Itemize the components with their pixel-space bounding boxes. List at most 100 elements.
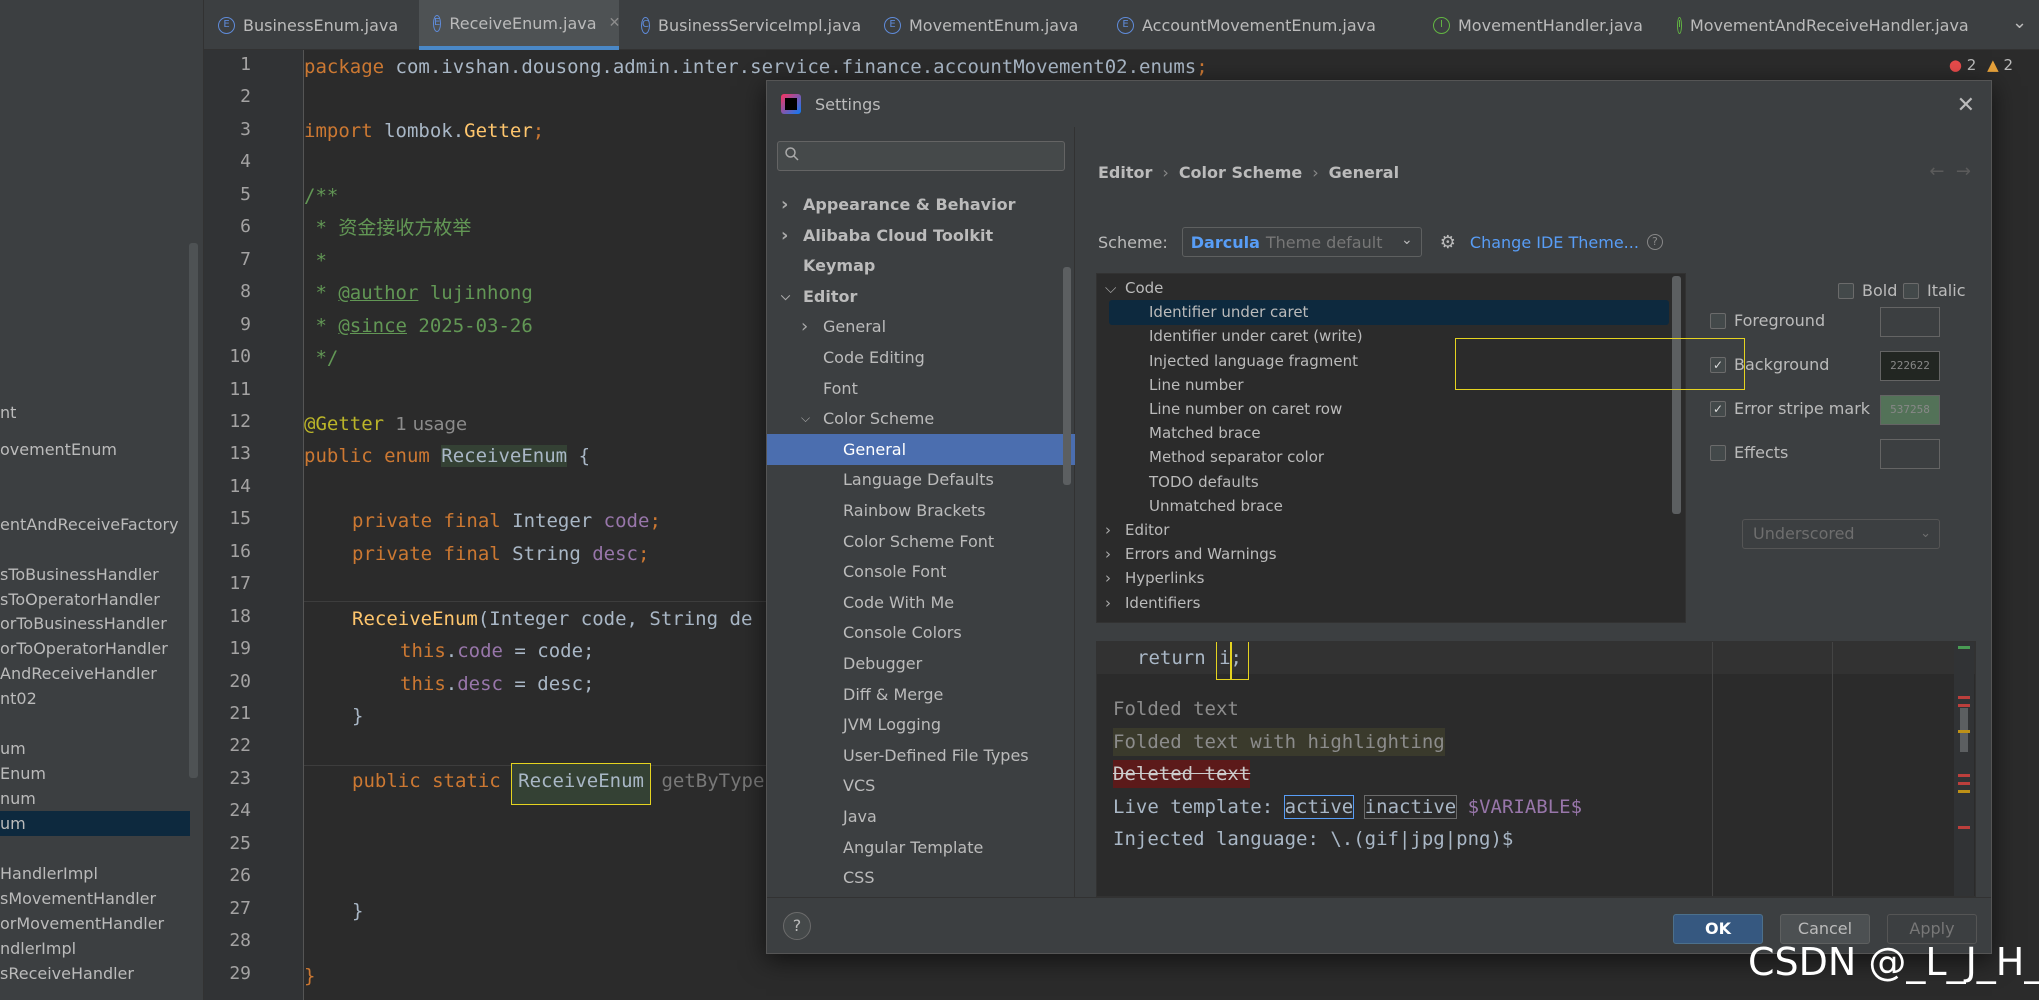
foreground-checkbox[interactable] — [1710, 313, 1726, 329]
help-button[interactable]: ? — [783, 912, 811, 940]
forward-arrow-icon[interactable]: → — [1956, 161, 1971, 182]
project-scrollbar[interactable] — [189, 243, 198, 778]
effects-type-select[interactable]: Underscored ⌄ — [1742, 519, 1940, 549]
settings-tree-item[interactable]: Font — [767, 373, 1075, 404]
inspection-status[interactable]: ● 2 ▲ 2 — [1949, 56, 2013, 74]
foreground-swatch[interactable] — [1880, 307, 1940, 337]
color-tree-item[interactable]: › Editor — [1097, 518, 1672, 543]
project-tree-item[interactable]: HandlerImpl — [0, 861, 190, 886]
project-tree-item[interactable]: um — [0, 811, 190, 836]
project-tree-item[interactable]: orToBusinessHandler — [0, 611, 190, 636]
settings-tree-item[interactable]: Code With Me — [767, 587, 1075, 618]
settings-tree-item[interactable]: Diff & Merge — [767, 679, 1075, 710]
project-tree-item[interactable]: ovementEnum — [0, 437, 190, 462]
settings-tree-label: Alibaba Cloud Toolkit — [803, 225, 994, 245]
tab-receiveenum[interactable]: E ReceiveEnum.java ✕ — [419, 0, 621, 50]
settings-tree-item[interactable]: Console Colors — [767, 617, 1075, 648]
chevron-right-icon[interactable]: › — [1105, 566, 1111, 591]
color-tree-item[interactable]: Line number on caret row — [1097, 397, 1672, 422]
chevron-right-icon[interactable]: › — [1105, 518, 1111, 543]
error-stripe-checkbox[interactable]: ✓ — [1710, 401, 1726, 417]
settings-tree-item[interactable]: Code Editing — [767, 342, 1075, 373]
background-swatch[interactable]: 222622 — [1880, 351, 1940, 381]
color-tree-item[interactable]: › Identifiers — [1097, 591, 1672, 616]
settings-search-input[interactable] — [777, 141, 1065, 171]
project-tree-item[interactable]: orToOperatorHandler — [0, 636, 190, 661]
back-arrow-icon[interactable]: ← — [1929, 161, 1944, 182]
settings-tree-item[interactable]: User-Defined File Types — [767, 740, 1075, 771]
project-tree-item[interactable]: ndlerImpl — [0, 936, 190, 961]
project-tree-item[interactable]: nt — [0, 400, 190, 425]
close-tab-icon[interactable]: ✕ — [609, 15, 621, 31]
project-tree-item[interactable]: sToOperatorHandler — [0, 587, 190, 612]
tab-movementenum[interactable]: E MovementEnum.java — [870, 0, 1094, 50]
project-tree-item[interactable]: sReceiveHandler — [0, 961, 190, 986]
project-tree-item[interactable]: um — [0, 736, 190, 761]
color-tree-item[interactable]: Matched brace — [1097, 421, 1672, 446]
tab-list-chevron-icon[interactable]: ⌄ — [2012, 12, 2027, 33]
settings-tree-item[interactable]: › Alibaba Cloud Toolkit — [767, 220, 1075, 251]
change-ide-theme-link[interactable]: Change IDE Theme... — [1470, 233, 1639, 252]
project-tree-item[interactable]: entAndReceiveFactory — [0, 512, 190, 537]
italic-checkbox[interactable] — [1903, 283, 1919, 299]
project-tree-item[interactable]: sMovementHandler — [0, 886, 190, 911]
color-preview[interactable]: return i; Folded text Folded text with h… — [1096, 641, 1976, 897]
chevron-right-icon[interactable]: › — [781, 220, 788, 251]
tab-movementhandler[interactable]: I MovementHandler.java — [1419, 0, 1654, 50]
color-tree-item[interactable]: TODO defaults — [1097, 470, 1672, 495]
close-icon[interactable]: ✕ — [1957, 93, 1975, 118]
project-tree-item[interactable]: Enum — [0, 761, 190, 786]
settings-tree-item[interactable]: VCS — [767, 770, 1075, 801]
project-tree-item[interactable]: num — [0, 786, 190, 811]
project-tree-item[interactable]: AndReceiveHandler — [0, 661, 190, 686]
settings-tree-item[interactable]: Keymap — [767, 250, 1075, 281]
dialog-title-bar[interactable]: Settings — [767, 81, 1991, 127]
tab-accountmovementenum[interactable]: E AccountMovementEnum.java — [1103, 0, 1403, 50]
settings-tree-item[interactable]: › General — [767, 311, 1075, 342]
gear-icon[interactable]: ⚙ — [1440, 232, 1456, 253]
settings-tree-item[interactable]: Language Defaults — [767, 464, 1075, 495]
settings-tree-item[interactable]: › Appearance & Behavior — [767, 189, 1075, 220]
project-tree-item[interactable]: orMovementHandler — [0, 911, 190, 936]
settings-tree-item[interactable]: Java — [767, 801, 1075, 832]
chevron-down-icon[interactable]: ⌵ — [801, 403, 810, 434]
color-tree-item[interactable]: Identifier under caret — [1109, 300, 1669, 326]
effects-swatch[interactable] — [1880, 439, 1940, 469]
history-nav[interactable]: ← → — [1929, 161, 1971, 182]
usage-hint[interactable]: 1 usage — [384, 414, 468, 435]
project-tree-item[interactable]: nt02 — [0, 686, 190, 711]
settings-tree-item[interactable]: Angular Template — [767, 832, 1075, 863]
color-tree-item[interactable]: Method separator color — [1097, 445, 1672, 470]
editor-scrollbar[interactable] — [2018, 50, 2039, 1000]
error-stripe-swatch[interactable]: 537258 — [1880, 395, 1940, 425]
settings-tree-item[interactable]: CSS — [767, 862, 1075, 893]
chevron-right-icon[interactable]: › — [1105, 591, 1111, 616]
settings-tree-item[interactable]: General — [767, 433, 1075, 465]
settings-tree-item[interactable]: ⌵ Editor — [767, 281, 1075, 312]
settings-tree-scrollbar[interactable] — [1063, 267, 1071, 485]
chevron-right-icon[interactable]: › — [781, 189, 788, 220]
settings-tree-item[interactable]: Color Scheme Font — [767, 526, 1075, 557]
color-tree-scrollbar[interactable] — [1672, 276, 1681, 514]
settings-tree-item[interactable]: Console Font — [767, 556, 1075, 587]
settings-tree-item[interactable]: JVM Logging — [767, 709, 1075, 740]
chevron-down-icon[interactable]: ⌵ — [781, 281, 790, 312]
color-tree-item[interactable]: Unmatched brace — [1097, 494, 1672, 519]
chevron-down-icon[interactable]: ⌵ — [1105, 276, 1116, 301]
scheme-select[interactable]: Darcula Theme default ⌄ — [1181, 227, 1422, 257]
effects-checkbox[interactable] — [1710, 445, 1726, 461]
chevron-right-icon[interactable]: › — [801, 311, 808, 342]
project-tree-item[interactable]: sToBusinessHandler — [0, 562, 190, 587]
tab-movementandreceivehandler[interactable]: I MovementAndReceiveHandler.java — [1663, 0, 1969, 50]
settings-tree-item[interactable]: ⌵ Color Scheme — [767, 403, 1075, 434]
help-icon[interactable]: ? — [1646, 234, 1663, 250]
tab-businessserviceimpl[interactable]: C BusinessServiceImpl.java — [627, 0, 861, 50]
tab-businessenum[interactable]: E BusinessEnum.java — [204, 0, 404, 50]
chevron-right-icon[interactable]: › — [1105, 542, 1111, 567]
color-tree-item[interactable]: ⌵ Code — [1097, 276, 1672, 301]
color-tree-item[interactable]: › Hyperlinks — [1097, 566, 1672, 591]
bold-checkbox[interactable] — [1838, 283, 1854, 299]
settings-tree-item[interactable]: Rainbow Brackets — [767, 495, 1075, 526]
settings-tree-item[interactable]: Debugger — [767, 648, 1075, 679]
color-tree-item[interactable]: › Errors and Warnings — [1097, 542, 1672, 567]
